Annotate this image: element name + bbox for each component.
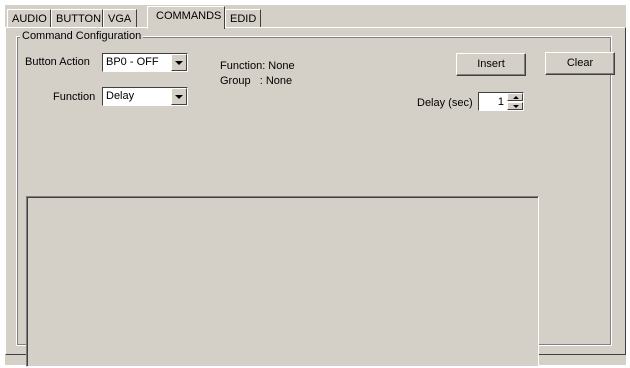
clear-button[interactable]: Clear — [545, 52, 615, 75]
tab-label: BUTTON — [56, 13, 102, 25]
commands-panel: Command Configuration Button Action BP0 … — [5, 27, 626, 367]
button-action-select[interactable]: BP0 - OFF — [102, 53, 188, 72]
delay-spinner[interactable]: 1 — [478, 92, 524, 111]
button-action-value: BP0 - OFF — [106, 56, 159, 68]
tab-vga[interactable]: VGA — [103, 9, 137, 27]
tab-label: AUDIO — [12, 13, 47, 25]
spin-down-icon — [513, 105, 519, 108]
group-info: Group : None — [220, 75, 293, 87]
chevron-down-icon — [175, 95, 183, 99]
spinner-buttons — [507, 93, 523, 110]
function-select[interactable]: Delay — [102, 87, 188, 106]
tab-label: EDID — [230, 13, 257, 25]
spin-up-icon — [513, 96, 519, 99]
dropdown-button[interactable] — [171, 54, 187, 71]
function-value: Delay — [106, 90, 135, 102]
insert-button[interactable]: Insert — [456, 53, 526, 76]
function-info: Function: None — [220, 60, 295, 72]
window: AUDIO BUTTON VGA COMMANDS EDID Command C… — [5, 5, 626, 367]
tab-button[interactable]: BUTTON — [51, 9, 103, 27]
delay-value: 1 — [497, 96, 504, 108]
button-action-label: Button Action — [25, 56, 90, 68]
tab-edid[interactable]: EDID — [225, 9, 261, 27]
spin-down-button[interactable] — [507, 102, 523, 110]
function-label: Function — [53, 91, 96, 103]
group-legend: Command Configuration — [20, 30, 144, 42]
chevron-down-icon — [175, 61, 183, 65]
tab-commands[interactable]: COMMANDS — [147, 6, 225, 29]
tab-label: VGA — [108, 13, 132, 25]
dropdown-button[interactable] — [171, 88, 187, 105]
tab-label: COMMANDS — [156, 10, 222, 22]
tab-strip: AUDIO BUTTON VGA COMMANDS EDID — [5, 5, 626, 29]
tab-audio[interactable]: AUDIO — [7, 9, 51, 27]
command-list[interactable] — [26, 196, 539, 367]
delay-label: Delay (sec) — [417, 97, 473, 109]
spin-up-button[interactable] — [507, 93, 523, 101]
